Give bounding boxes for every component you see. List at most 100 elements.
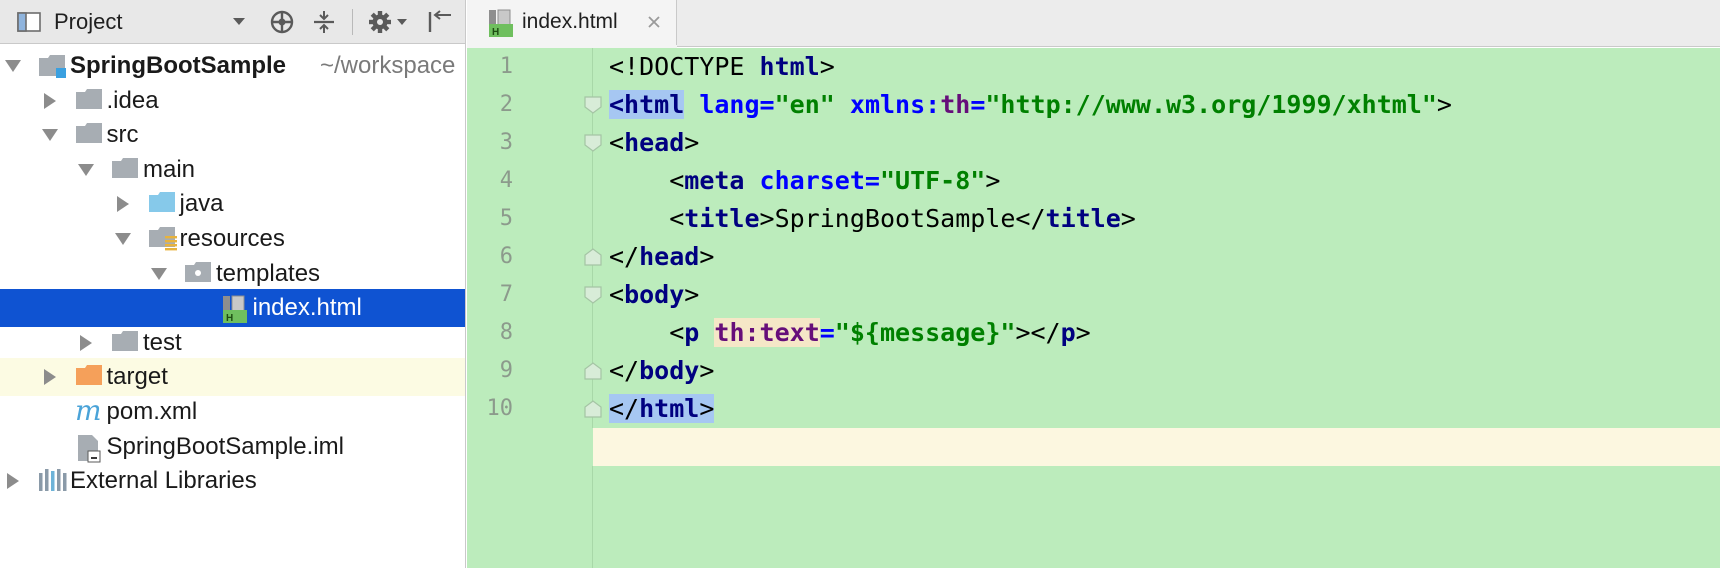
code-line[interactable]: <body> <box>609 276 699 314</box>
tree-item[interactable]: src <box>0 116 465 154</box>
expand-arrow-right-icon[interactable] <box>40 91 60 111</box>
expand-arrow-down-icon[interactable] <box>76 160 96 180</box>
settings-gear-icon[interactable] <box>364 0 410 44</box>
project-toolbar: Project <box>0 0 465 44</box>
code-line[interactable]: </html> <box>609 390 715 428</box>
tree-item-label: test <box>143 328 182 356</box>
project-view-icon <box>14 0 44 44</box>
code-line[interactable]: <meta charset="UTF-8"> <box>609 162 1000 200</box>
tree-item[interactable]: SpringBootSample.iml <box>0 428 465 466</box>
code-line[interactable]: <!DOCTYPE html> <box>609 48 835 86</box>
project-view-title[interactable]: Project <box>54 0 122 44</box>
code-token: > <box>985 166 1001 195</box>
scroll-from-source-icon[interactable] <box>266 0 298 44</box>
code-line[interactable]: <head> <box>609 124 699 162</box>
code-token: lang <box>699 90 760 119</box>
code-token: > <box>699 394 715 423</box>
tree-item[interactable]: Hindex.html <box>0 289 465 328</box>
svg-text:H: H <box>226 313 233 324</box>
tree-item-label: SpringBootSample.iml <box>106 432 344 460</box>
tree-item[interactable]: java <box>0 185 465 223</box>
code-token: p <box>684 318 700 347</box>
code-line[interactable]: <p th:text="${message}"></p> <box>609 314 1091 352</box>
tree-item-label: index.html <box>252 294 362 322</box>
code-token: > <box>819 52 835 81</box>
view-dropdown-icon[interactable] <box>228 0 250 44</box>
tree-item-label: External Libraries <box>70 467 257 495</box>
tree-item[interactable]: target <box>0 358 465 397</box>
code-line[interactable]: </head> <box>609 238 714 276</box>
code-token: body <box>639 356 700 385</box>
code-token: > <box>699 242 715 271</box>
code-token: > <box>1075 318 1091 347</box>
code-token: "en" <box>774 90 835 119</box>
folder-icon <box>111 156 139 182</box>
expand-arrow-down-icon[interactable] <box>149 264 169 284</box>
code-token: </ <box>609 356 640 385</box>
expand-arrow-down-icon[interactable] <box>113 229 133 249</box>
code-token: > <box>1120 204 1136 233</box>
expand-arrow-right-icon[interactable] <box>40 367 60 387</box>
code-token: html <box>639 394 700 423</box>
tree-item-label: .idea <box>106 86 159 114</box>
collapse-all-icon[interactable] <box>308 0 340 44</box>
code-token: charset <box>759 166 865 195</box>
code-token: > <box>684 280 700 309</box>
code-token: > <box>1436 90 1452 119</box>
code-token: "${message}" <box>834 318 1016 347</box>
html-file-icon: H <box>221 294 249 324</box>
editor-tab-index-html[interactable]: H index.html <box>467 0 677 48</box>
code-editor[interactable]: 1 2 3 4 5 6 7 8 9 10 <!DOCTYPE html> <html lang="e… <box>467 48 1720 568</box>
code-token: = <box>819 318 835 347</box>
tree-item[interactable]: resources <box>0 220 465 258</box>
tree-item-label: src <box>106 121 139 149</box>
fold-end-icon[interactable] <box>583 361 603 381</box>
html-file-icon: H <box>487 8 515 43</box>
svg-text:m: m <box>75 398 102 424</box>
fold-start-icon[interactable] <box>583 133 603 153</box>
close-tab-icon[interactable] <box>643 11 665 33</box>
line-number: 3 <box>499 130 513 155</box>
fold-start-icon[interactable] <box>583 95 603 115</box>
tree-item[interactable]: m pom.xml <box>0 393 465 431</box>
code-token: title <box>684 204 760 233</box>
project-panel: Project SpringBootSample ~/workspace .idea… <box>0 0 466 568</box>
tree-item[interactable]: test <box>0 324 465 362</box>
tree-item-label: main <box>143 155 196 183</box>
fold-end-icon[interactable] <box>583 399 603 419</box>
code-token: < <box>609 204 685 233</box>
tree-item[interactable]: SpringBootSample ~/workspace <box>0 47 465 85</box>
expand-arrow-down-icon[interactable] <box>3 56 23 76</box>
tree-item-label: target <box>106 363 168 391</box>
tree-item[interactable]: External Libraries <box>0 462 465 500</box>
current-line-highlight <box>467 428 1720 466</box>
code-token: > <box>699 356 715 385</box>
code-line[interactable]: </body> <box>609 352 714 390</box>
tree-item-label: pom.xml <box>106 398 198 425</box>
tree-item[interactable]: main <box>0 151 465 189</box>
code-token: < <box>609 280 625 309</box>
package-folder-icon <box>184 260 212 286</box>
code-line[interactable]: <html lang="en" xmlns:th="http://www.w3.… <box>609 86 1452 124</box>
expand-arrow-right-icon[interactable] <box>3 471 23 491</box>
code-line[interactable]: <title>SpringBootSample</title> <box>609 200 1136 238</box>
expand-arrow-right-icon[interactable] <box>76 333 96 353</box>
folder-icon <box>111 329 139 355</box>
expand-arrow-down-icon[interactable] <box>40 125 60 145</box>
line-number: 7 <box>499 282 513 307</box>
tree-item-label: templates <box>216 259 321 287</box>
tree-item[interactable]: templates <box>0 255 465 293</box>
module-icon <box>38 52 66 78</box>
fold-start-icon[interactable] <box>583 285 603 305</box>
tree-item[interactable]: .idea <box>0 82 465 120</box>
code-token: title <box>1045 204 1121 233</box>
fold-end-icon[interactable] <box>583 247 603 267</box>
code-token: th:text <box>714 318 820 347</box>
hide-panel-icon[interactable] <box>422 0 456 44</box>
code-token: </ <box>609 242 640 271</box>
tree-item-path: ~/workspace <box>320 52 456 79</box>
editor-gutter: 1 2 3 4 5 6 7 8 9 10 <box>467 48 593 568</box>
expand-arrow-right-icon[interactable] <box>113 194 133 214</box>
